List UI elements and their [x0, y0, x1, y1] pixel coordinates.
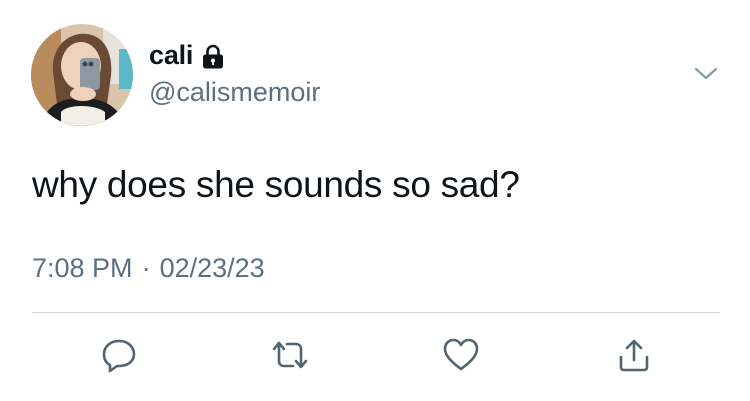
- lock-icon: [203, 44, 224, 68]
- avatar-photo: [31, 24, 133, 126]
- user-handle[interactable]: @calismemoir: [149, 77, 320, 108]
- reply-button[interactable]: [94, 330, 144, 380]
- chevron-down-icon[interactable]: [692, 64, 720, 84]
- action-bar: [0, 330, 750, 380]
- meta-separator: ·: [141, 253, 151, 283]
- user-name-row: cali: [149, 40, 225, 71]
- tweet-card: cali @calismemoir why does she sounds so…: [0, 0, 750, 401]
- like-button[interactable]: [436, 330, 486, 380]
- reply-icon: [102, 339, 136, 373]
- heart-icon: [443, 338, 479, 371]
- tweet-text: why does she sounds so sad?: [32, 164, 520, 205]
- retweet-icon: [272, 341, 308, 369]
- display-name[interactable]: cali: [149, 40, 193, 71]
- share-icon: [619, 339, 649, 372]
- retweet-button[interactable]: [265, 330, 315, 380]
- tweet-date: 02/23/23: [159, 253, 265, 283]
- share-button[interactable]: [609, 330, 659, 380]
- avatar[interactable]: [31, 24, 133, 126]
- tweet-timestamp[interactable]: 7:08 PM · 02/23/23: [32, 253, 265, 284]
- divider: [32, 312, 720, 313]
- tweet-time: 7:08 PM: [32, 253, 133, 283]
